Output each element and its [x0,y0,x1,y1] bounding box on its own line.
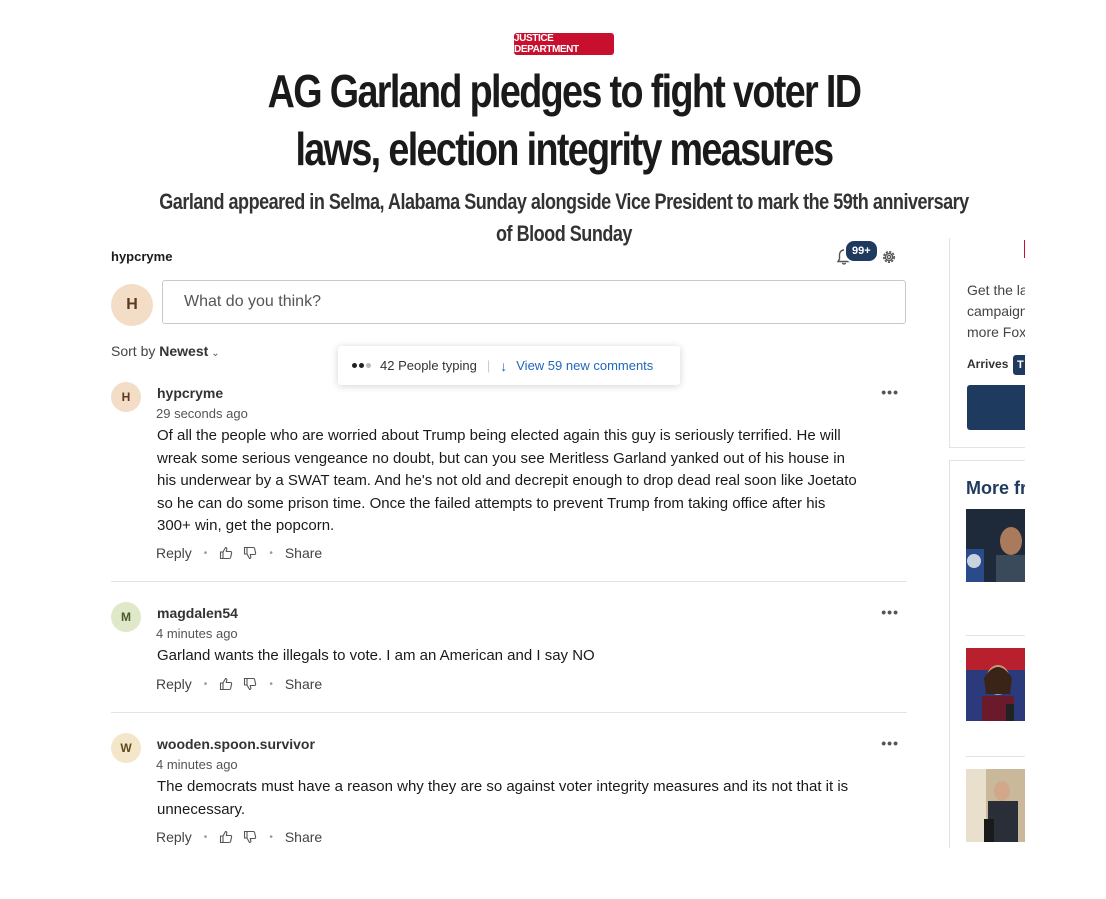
separator-dot: • [203,678,208,690]
share-button[interactable]: Share [285,676,322,692]
notification-badge[interactable]: 99+ [844,239,879,263]
comment-actions: Reply • • Share [156,545,322,561]
comment-body: Garland wants the illegals to vote. I am… [157,647,595,664]
arrives-tag: T [1013,355,1025,375]
separator-dot: • [269,831,273,843]
thumbs-down-icon[interactable] [243,830,257,844]
reply-button[interactable]: Reply [156,676,192,692]
typing-text: 42 People typing [380,358,477,373]
sort-dropdown[interactable]: Sort by Newest ⌄ [111,343,220,359]
current-user-avatar: H [111,284,153,326]
comment-actions: Reply • • Share [156,829,322,845]
typing-indicator: 42 People typing | ↓ View 59 new comment… [338,346,680,385]
right-sidebar: Get the la campaign more Fox Arrives T M… [949,238,1025,848]
comment-divider [111,712,907,713]
arrow-down-icon[interactable]: ↓ [500,358,507,374]
comment-item: M magdalen54 4 minutes ago ••• Garland w… [111,602,907,702]
separator-dot: • [269,547,273,559]
thumbs-up-icon[interactable] [219,830,233,844]
comment-input[interactable] [162,280,906,324]
chevron-down-icon[interactable]: ⌄ [211,348,219,359]
comment-timestamp: 29 seconds ago [156,406,248,421]
story-thumbnail[interactable] [966,509,1025,582]
comment-item: W wooden.spoon.survivor 4 minutes ago ••… [111,733,907,853]
comment-timestamp: 4 minutes ago [156,757,238,772]
sort-label: Sort by [111,343,156,359]
separator-dot: • [203,831,208,843]
comment-timestamp: 4 minutes ago [156,626,238,641]
category-tag[interactable]: JUSTICE DEPARTMENT [514,33,614,55]
story-divider [966,756,1025,757]
separator-dot: • [203,547,208,559]
subscribe-button[interactable] [967,385,1025,430]
reply-button[interactable]: Reply [156,829,192,845]
comment-username[interactable]: wooden.spoon.survivor [157,736,315,752]
story-thumbnail[interactable] [966,769,1025,842]
reply-button[interactable]: Reply [156,545,192,561]
thumbs-up-icon[interactable] [219,546,233,560]
comment-actions: Reply • • Share [156,676,322,692]
comment-avatar[interactable]: H [111,382,141,412]
divider: | [486,358,491,373]
brand-mark [1024,240,1025,258]
thumbs-down-icon[interactable] [243,546,257,560]
comment-username[interactable]: magdalen54 [157,605,238,621]
story-thumbnail[interactable] [966,648,1025,721]
comment-body: The democrats must have a reason why the… [157,778,849,818]
comment-avatar[interactable]: W [111,733,141,763]
separator-dot: • [269,678,273,690]
thumbs-up-icon[interactable] [219,677,233,691]
comment-avatar[interactable]: M [111,602,141,632]
comment-item: H hypcryme 29 seconds ago ••• Of all the… [111,382,907,572]
promo-text: Get the la campaign more Fox [967,282,1025,340]
view-new-comments-link[interactable]: View 59 new comments [516,358,653,373]
comment-body: Of all the people who are worried about … [157,427,857,534]
story-divider [966,635,1025,636]
share-button[interactable]: Share [285,829,322,845]
more-options-icon[interactable]: ••• [881,735,899,751]
comment-username[interactable]: hypcryme [157,385,223,401]
more-options-icon[interactable]: ••• [881,384,899,400]
current-username[interactable]: hypcryme [111,249,172,264]
more-options-icon[interactable]: ••• [881,604,899,620]
article-headline: AG Garland pledges to fight voter ID law… [267,65,862,175]
thumbs-down-icon[interactable] [243,677,257,691]
share-button[interactable]: Share [285,545,322,561]
typing-dots-icon [352,363,371,368]
sort-value[interactable]: Newest [159,343,208,359]
more-from-heading: More fr [966,478,1025,498]
newsletter-promo: Get the la campaign more Fox Arrives T [949,238,1025,448]
arrives-label: Arrives [967,357,1009,371]
comment-divider [111,581,907,582]
gear-icon[interactable] [880,248,898,266]
